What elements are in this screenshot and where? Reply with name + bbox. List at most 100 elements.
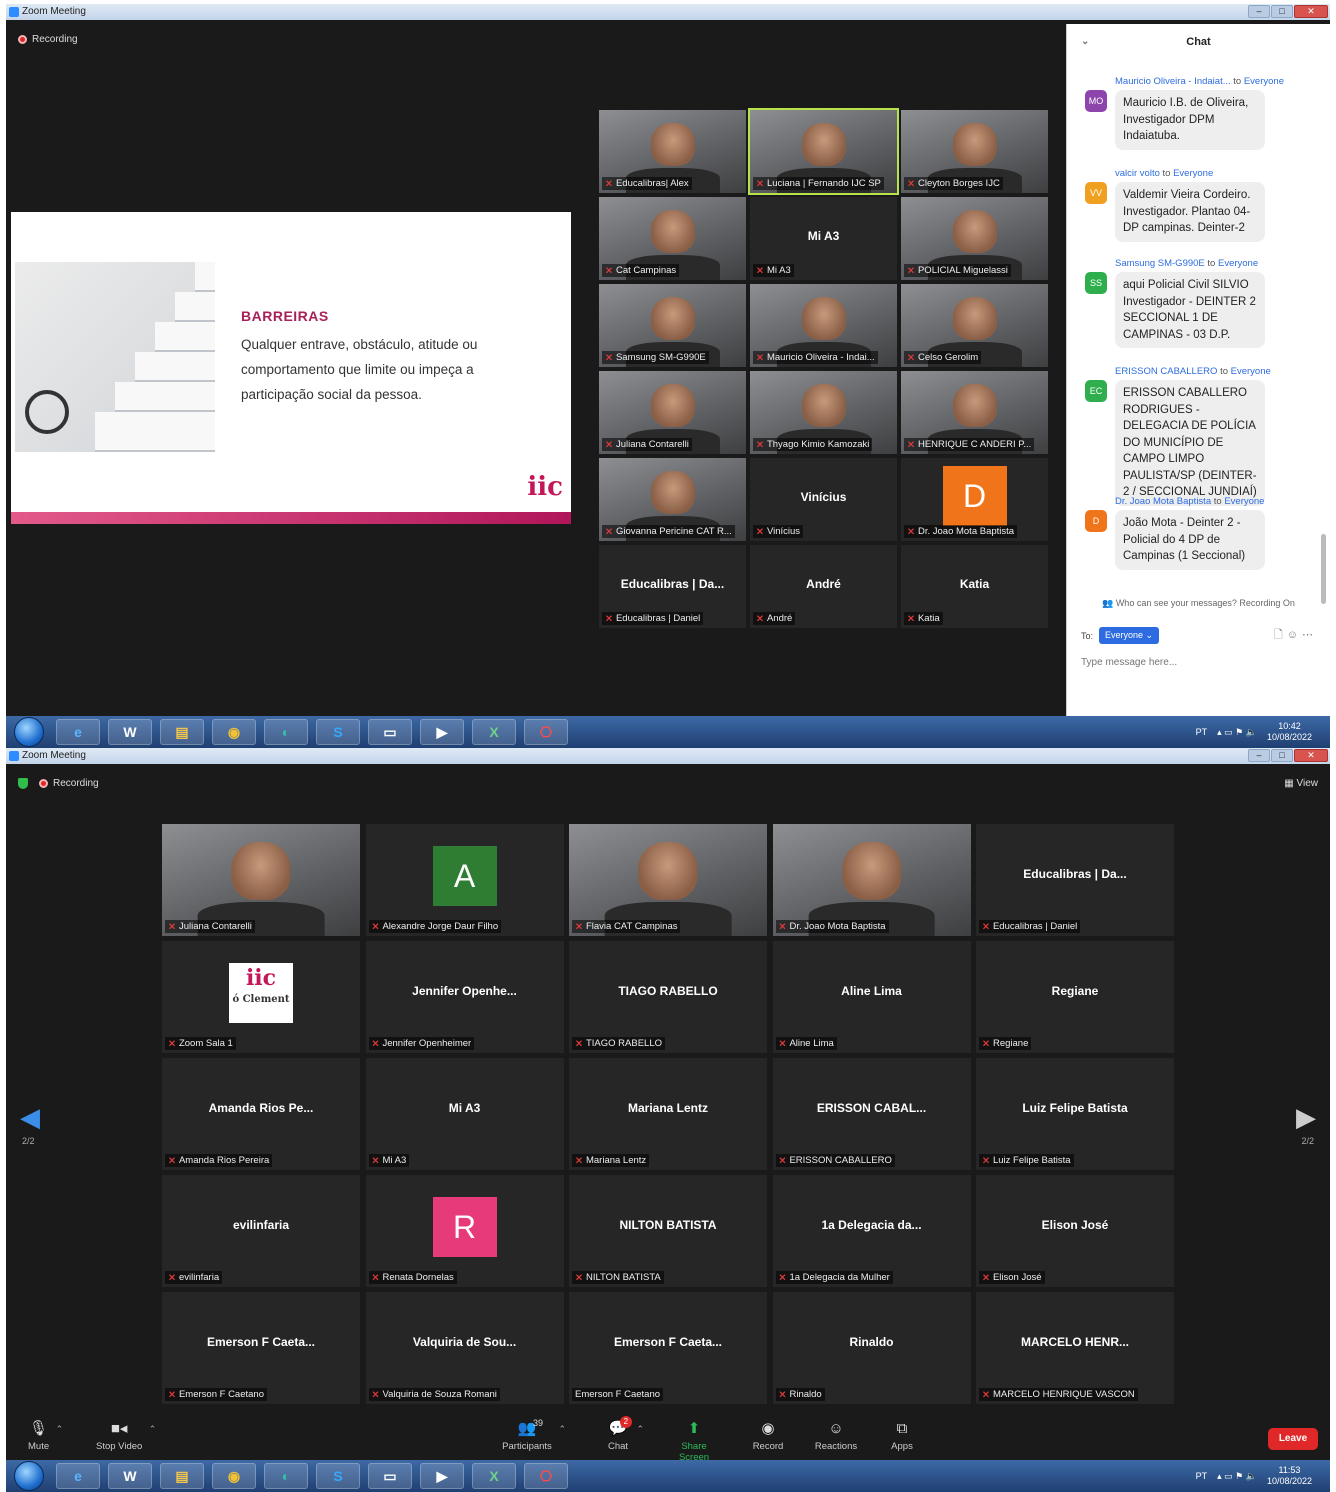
folder-icon[interactable]: ▤	[160, 1463, 204, 1489]
participant-tile[interactable]: Katia ⨯ Katia	[901, 545, 1048, 628]
participant-tile[interactable]: Vinícius ⨯ Vinícius	[750, 458, 897, 541]
participant-tile[interactable]: Amanda Rios Pe... ⨯ Amanda Rios Pereira	[162, 1058, 360, 1170]
leave-button[interactable]: Leave	[1268, 1428, 1318, 1450]
participant-tile[interactable]: ⨯ Celso Gerolim	[901, 284, 1048, 367]
participant-tile[interactable]: ⨯ Thyago Kimio Kamozaki	[750, 371, 897, 454]
skype-icon[interactable]: S	[316, 1463, 360, 1489]
participant-tile[interactable]: Mariana Lentz ⨯ Mariana Lentz	[569, 1058, 767, 1170]
stop-video-button[interactable]: ■◂ Stop Video ⌃	[96, 1420, 156, 1452]
internet-explorer-icon[interactable]: e	[56, 1463, 100, 1489]
skype-icon[interactable]: S	[316, 719, 360, 745]
view-button[interactable]: ▦ View	[1284, 778, 1318, 789]
participant-tile[interactable]: Educalibras | Da... ⨯ Educalibras | Daniel	[599, 545, 746, 628]
participant-tile[interactable]: ERISSON CABAL... ⨯ ERISSON CABALLERO	[772, 1058, 971, 1170]
minimize-button[interactable]: –	[1248, 749, 1270, 762]
security-shield-icon[interactable]	[18, 778, 28, 789]
excel-icon[interactable]: X	[472, 1463, 516, 1489]
word-icon[interactable]: W	[108, 719, 152, 745]
participant-tile[interactable]: ⨯ Dr. Joao Mota Baptista	[772, 824, 971, 936]
mute-button[interactable]: 🎙 Mute ⌃	[28, 1420, 63, 1452]
participants-button[interactable]: 👥 39 Participants ⌃	[502, 1418, 566, 1452]
participant-tile[interactable]: NILTON BATISTA ⨯ NILTON BATISTA	[569, 1175, 767, 1287]
share-screen-button[interactable]: ⬆ Share Screen	[666, 1420, 722, 1463]
excel-icon[interactable]: X	[472, 719, 516, 745]
chat-visibility-notice[interactable]: 👥 Who can see your messages? Recording O…	[1067, 598, 1330, 609]
participant-tile[interactable]: Mi A3 ⨯ Mi A3	[365, 1058, 564, 1170]
maximize-button[interactable]: □	[1271, 5, 1293, 18]
participant-tile[interactable]: A ⨯ Alexandre Jorge Daur Filho	[365, 824, 564, 936]
recipient-dropdown[interactable]: Everyone ⌄	[1099, 627, 1160, 644]
recording-indicator[interactable]: Recording	[18, 34, 78, 45]
word-icon[interactable]: W	[108, 1463, 152, 1489]
chevron-down-icon[interactable]: ⌄	[1081, 24, 1089, 60]
participant-tile[interactable]: ⨯ Samsung SM-G990E	[599, 284, 746, 367]
chat-button[interactable]: 💬 2 Chat ⌃	[606, 1416, 644, 1452]
participant-tile[interactable]: iic ó Clement ⨯ Zoom Sala 1	[162, 941, 360, 1053]
participant-tile[interactable]: Emerson F Caeta... Emerson F Caetano	[569, 1292, 767, 1404]
explorer-window-icon[interactable]: ▭	[368, 719, 412, 745]
participant-tile[interactable]: Rinaldo ⨯ Rinaldo	[772, 1292, 971, 1404]
language-indicator[interactable]: PT	[1196, 1471, 1208, 1481]
recording-indicator[interactable]: Recording	[18, 778, 99, 789]
chat-action-icons[interactable]: 🗋☺⋯	[1274, 626, 1317, 645]
previous-page-arrow-icon[interactable]: ◀	[20, 1102, 40, 1133]
participant-tile[interactable]: TIAGO RABELLO ⨯ TIAGO RABELLO	[569, 941, 767, 1053]
clock[interactable]: 10:42 10/08/2022	[1267, 721, 1312, 743]
participant-tile[interactable]: Regiane ⨯ Regiane	[976, 941, 1174, 1053]
participant-tile[interactable]: evilinfaria ⨯ evilinfaria	[162, 1175, 360, 1287]
clock[interactable]: 11:53 10/08/2022	[1267, 1465, 1312, 1487]
participant-tile[interactable]: D ⨯ Dr. Joao Mota Baptista	[901, 458, 1048, 541]
minimize-button[interactable]: –	[1248, 5, 1270, 18]
tray-icons[interactable]: ▴ ▭ ⚑ 🔈	[1217, 1471, 1257, 1482]
participant-tile[interactable]: ⨯ Giovanna Pericine CAT R...	[599, 458, 746, 541]
participant-tile[interactable]: ⨯ Luciana | Fernando IJC SP	[748, 108, 899, 195]
explorer-window-icon[interactable]: ▭	[368, 1463, 412, 1489]
participant-tile[interactable]: André ⨯ André	[750, 545, 897, 628]
participant-tile[interactable]: R ⨯ Renata Dornelas	[365, 1175, 564, 1287]
apps-button[interactable]: ⧉ Apps	[888, 1420, 916, 1452]
internet-explorer-icon[interactable]: e	[56, 719, 100, 745]
edge-icon[interactable]: ◐	[264, 1463, 308, 1489]
participant-tile[interactable]: Emerson F Caeta... ⨯ Emerson F Caetano	[162, 1292, 360, 1404]
participant-tile[interactable]: ⨯ Juliana Contarelli	[599, 371, 746, 454]
participant-tile[interactable]: ⨯ Mauricio Oliveira - Indai...	[750, 284, 897, 367]
zoom-icon[interactable]: ▶	[420, 719, 464, 745]
participant-tile[interactable]: ⨯ Cat Campinas	[599, 197, 746, 280]
participant-tile[interactable]: ⨯ Cleyton Borges IJC	[901, 110, 1048, 193]
close-button[interactable]: ✕	[1294, 749, 1328, 762]
participant-tile[interactable]: Jennifer Openhe... ⨯ Jennifer Openheimer	[365, 941, 564, 1053]
start-button[interactable]	[14, 1461, 44, 1491]
participant-tile[interactable]: Valquiria de Sou... ⨯ Valquiria de Souza R…	[365, 1292, 564, 1404]
participant-tile[interactable]: ⨯ Flavia CAT Campinas	[569, 824, 767, 936]
folder-icon[interactable]: ▤	[160, 719, 204, 745]
chrome-icon[interactable]: ◉	[212, 1463, 256, 1489]
pdf-icon[interactable]: ⎔	[524, 719, 568, 745]
chat-scrollbar[interactable]	[1321, 534, 1326, 604]
participant-tile[interactable]: Mi A3 ⨯ Mi A3	[750, 197, 897, 280]
record-button[interactable]: ◉ Record	[752, 1420, 784, 1452]
participant-tile[interactable]: 1a Delegacia da... ⨯ 1a Delegacia da Mulhe…	[772, 1175, 971, 1287]
participant-tile[interactable]: MARCELO HENR... ⨯ MARCELO HENRIQUE VASCON	[976, 1292, 1174, 1404]
zoom-icon[interactable]: ▶	[420, 1463, 464, 1489]
edge-icon[interactable]: ◐	[264, 719, 308, 745]
start-button[interactable]	[14, 717, 44, 747]
participant-tile[interactable]: ⨯ POLICIAL Miguelassi	[901, 197, 1048, 280]
tray-icons[interactable]: ▴ ▭ ⚑ 🔈	[1217, 727, 1257, 738]
pdf-icon[interactable]: ⎔	[524, 1463, 568, 1489]
chat-message-input[interactable]	[1081, 652, 1317, 672]
participant-tile[interactable]: Luiz Felipe Batista ⨯ Luiz Felipe Batista	[976, 1058, 1174, 1170]
emoji-plus-icon: ☺	[828, 1420, 844, 1437]
chrome-icon[interactable]: ◉	[212, 719, 256, 745]
participant-tile[interactable]: ⨯ Juliana Contarelli	[162, 824, 360, 936]
maximize-button[interactable]: □	[1271, 749, 1293, 762]
participant-tile[interactable]: ⨯ Educalibras| Alex	[599, 110, 746, 193]
participant-tile[interactable]: ⨯ HENRIQUE C ANDERI P...	[901, 371, 1048, 454]
participant-tile[interactable]: Aline Lima ⨯ Aline Lima	[772, 941, 971, 1053]
next-page-arrow-icon[interactable]: ▶	[1296, 1102, 1316, 1133]
participant-tile[interactable]: Elison José ⨯ Elison José	[976, 1175, 1174, 1287]
participant-tile[interactable]: Educalibras | Da... ⨯ Educalibras | Daniel	[976, 824, 1174, 936]
close-button[interactable]: ✕	[1294, 5, 1328, 18]
language-indicator[interactable]: PT	[1196, 727, 1208, 737]
slide-footer-bar	[11, 512, 571, 524]
reactions-button[interactable]: ☺ Reactions	[814, 1420, 858, 1452]
